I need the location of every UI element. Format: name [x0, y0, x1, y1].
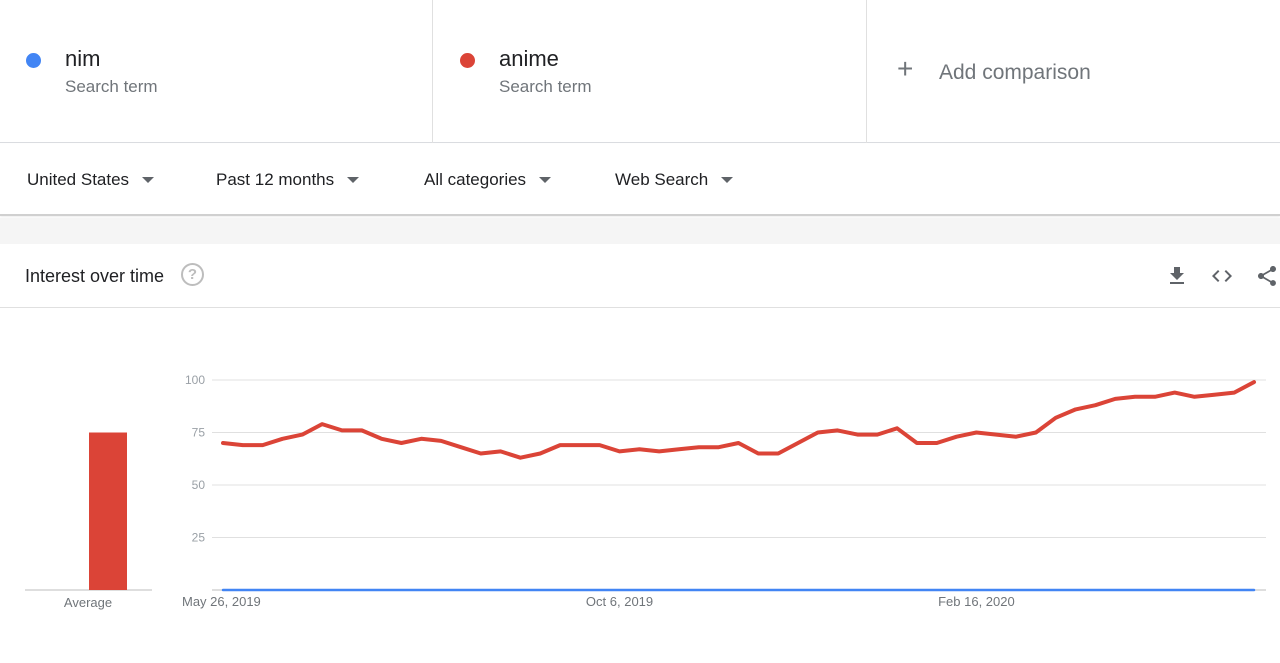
series-line-anime [221, 380, 1256, 460]
filter-label: United States [27, 170, 130, 189]
series-color-dot [26, 53, 41, 68]
interest-over-time-header: Interest over time ? [0, 244, 1280, 308]
y-tick-label: 100 [185, 373, 205, 387]
average-bar-anime [89, 432, 127, 590]
caret-down-icon [721, 177, 734, 183]
share-icon[interactable] [1255, 264, 1279, 288]
y-tick-label: 25 [192, 531, 206, 545]
help-icon[interactable]: ? [181, 263, 204, 286]
y-tick-label: 50 [192, 478, 206, 492]
term-card-nim[interactable]: nim Search term [0, 0, 433, 143]
term-card-anime[interactable]: anime Search term [433, 0, 867, 143]
filter-label: Web Search [615, 170, 709, 189]
filter-search-type-dropdown[interactable]: Web Search [615, 170, 734, 190]
caret-down-icon [347, 177, 360, 183]
term-name: anime [499, 46, 559, 71]
card-title: Interest over time [25, 266, 165, 286]
download-icon[interactable] [1165, 264, 1189, 288]
plus-icon: + [897, 53, 914, 84]
x-tick-label: Feb 16, 2020 [938, 594, 1015, 609]
section-divider [0, 218, 1280, 244]
term-subtitle: Search term [499, 77, 592, 96]
x-tick-label: May 26, 2019 [182, 594, 261, 609]
interest-over-time-chart: 25 50 75 100 May 26, 2019 Oct 6, 2019 Feb 16, … [25, 373, 1266, 610]
x-tick-label: Oct 6, 2019 [586, 594, 653, 609]
caret-down-icon [539, 177, 552, 183]
filter-time-dropdown[interactable]: Past 12 months [216, 170, 360, 190]
caret-down-icon [142, 177, 155, 183]
comparison-terms: nim Search term anime Search term + Add … [0, 0, 1280, 143]
filter-label: Past 12 months [216, 170, 335, 189]
y-tick-label: 75 [192, 426, 206, 440]
average-label: Average [64, 595, 112, 610]
term-name: nim [65, 46, 101, 71]
add-comparison-label: Add comparison [939, 61, 1091, 84]
filter-region-dropdown[interactable]: United States [27, 170, 155, 190]
filter-category-dropdown[interactable]: All categories [424, 170, 552, 190]
filter-bar: United States Past 12 months All categor… [0, 144, 1280, 216]
term-subtitle: Search term [65, 77, 158, 96]
filter-label: All categories [424, 170, 527, 189]
series-color-dot [460, 53, 475, 68]
add-comparison-button[interactable]: + Add comparison [867, 0, 1280, 143]
embed-icon[interactable] [1210, 264, 1234, 288]
